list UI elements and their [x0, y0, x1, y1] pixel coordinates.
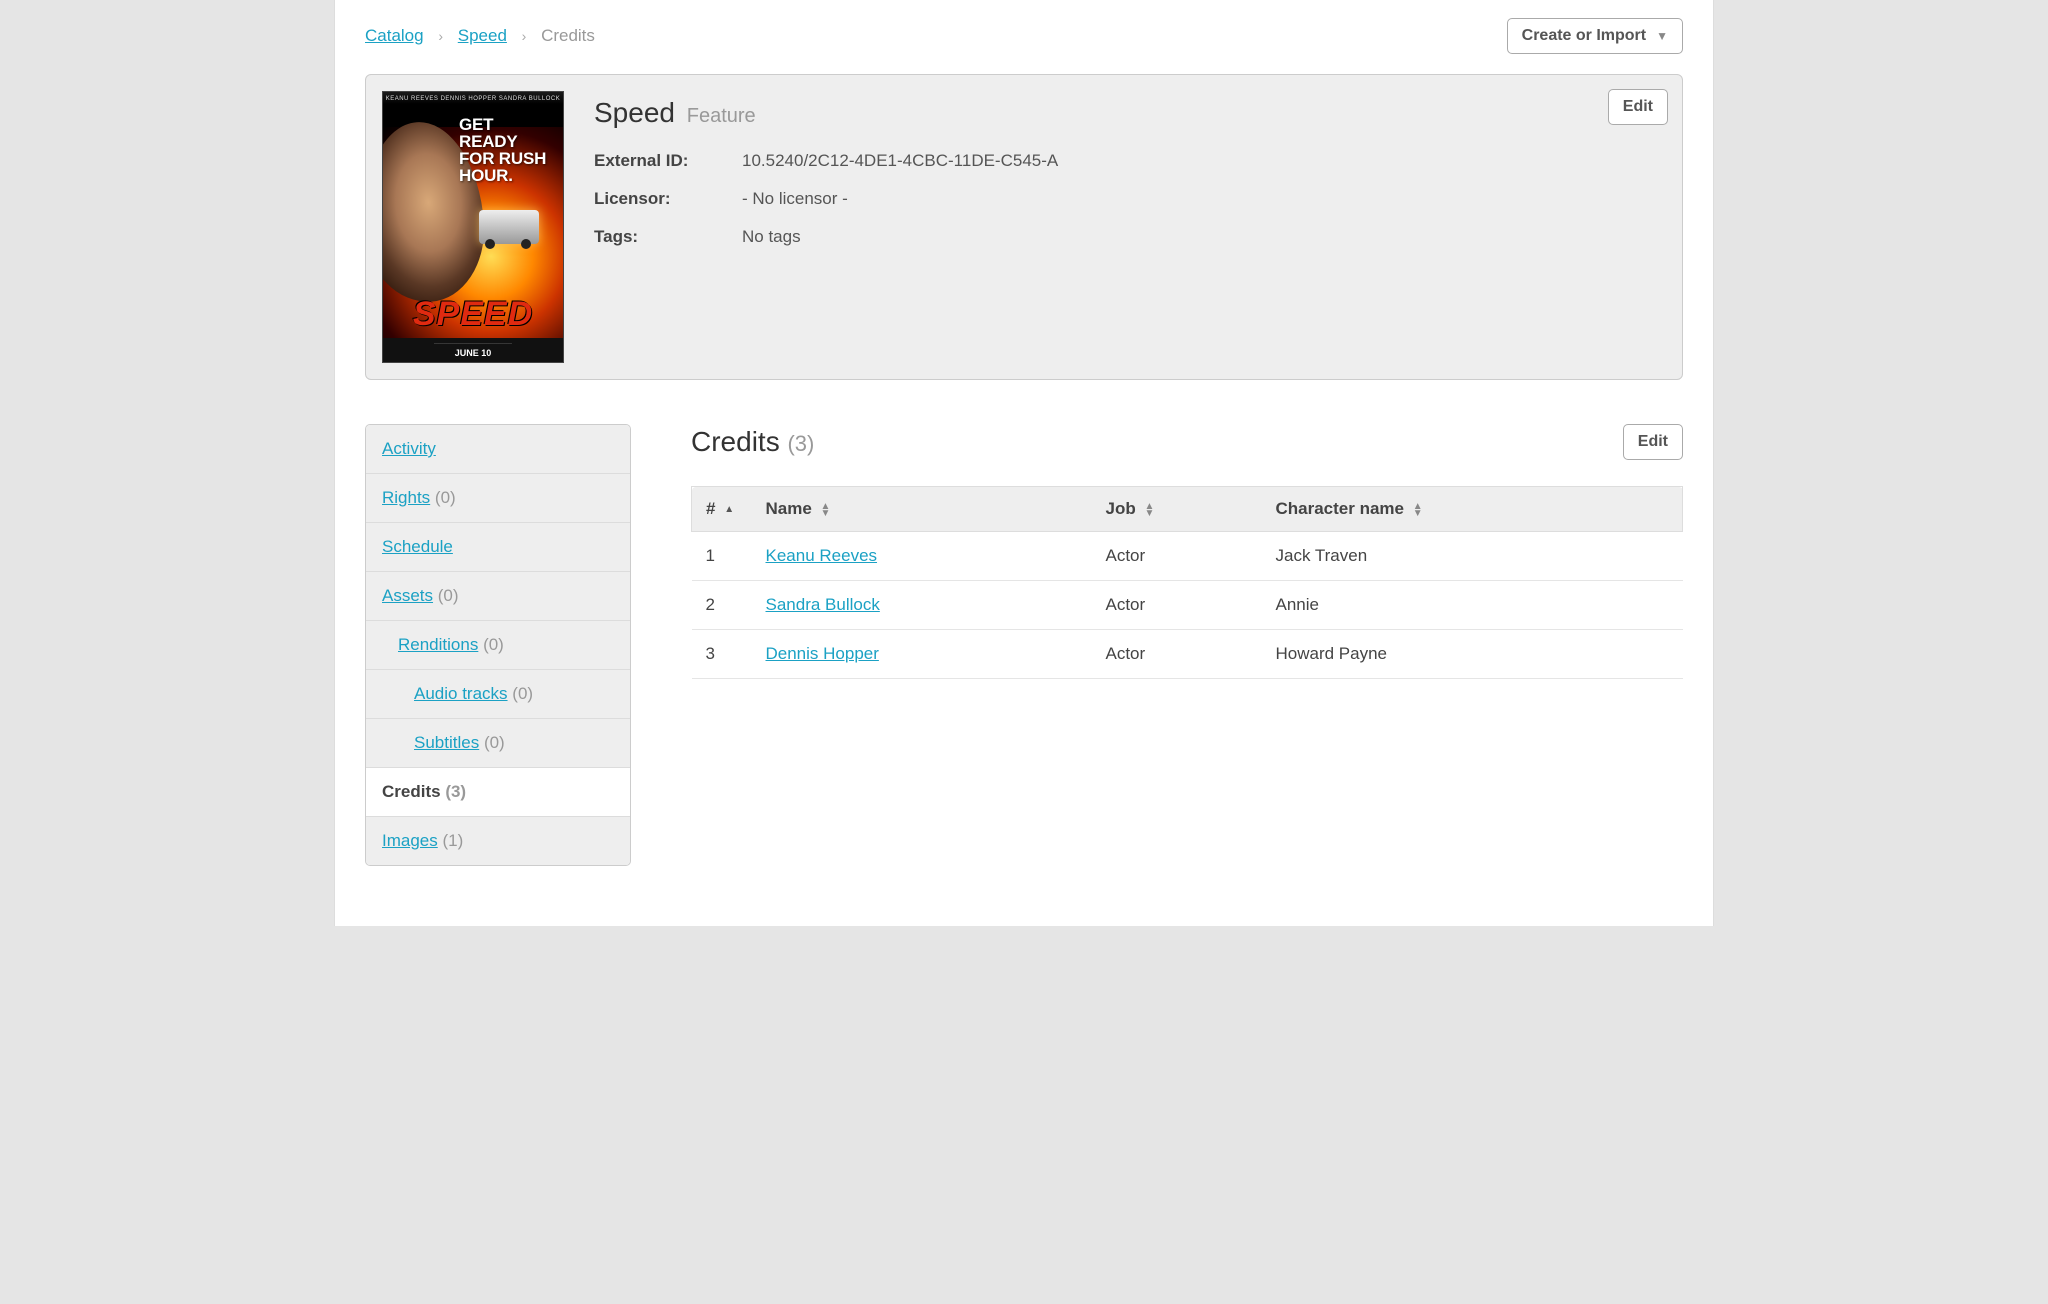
cell-character: Jack Traven — [1262, 532, 1683, 581]
sidebar-item-credits[interactable]: Credits (3) — [366, 768, 630, 817]
credits-table: # ▲ Name ▲▼ Job ▲▼ Character name — [691, 486, 1683, 679]
sidebar-count: (3) — [445, 782, 466, 801]
meta-value-tags: No tags — [742, 227, 801, 247]
create-or-import-button[interactable]: Create or Import ▼ — [1507, 18, 1683, 54]
title-text: Speed — [594, 97, 675, 128]
section-title: Credits (3) — [691, 426, 814, 458]
breadcrumb-speed[interactable]: Speed — [458, 26, 507, 45]
column-header-name[interactable]: Name ▲▼ — [752, 487, 1092, 532]
table-row: 2 Sandra Bullock Actor Annie — [692, 581, 1683, 630]
sidebar-count: (0) — [484, 733, 505, 752]
breadcrumb-separator: › — [438, 28, 443, 44]
cell-character: Annie — [1262, 581, 1683, 630]
sidebar-item-assets[interactable]: Assets (0) — [366, 572, 630, 621]
edit-summary-label: Edit — [1623, 98, 1653, 116]
column-header-label: # — [706, 499, 715, 518]
sort-icon: ▲▼ — [1413, 503, 1423, 517]
summary-card: KEANU REEVES DENNIS HOPPER SANDRA BULLOC… — [365, 74, 1683, 380]
cell-number: 3 — [692, 630, 752, 679]
sidebar-link[interactable]: Schedule — [382, 537, 453, 556]
column-header-number[interactable]: # ▲ — [692, 487, 752, 532]
sidebar-item-rights[interactable]: Rights (0) — [366, 474, 630, 523]
sort-asc-icon: ▲ — [724, 506, 734, 513]
chevron-down-icon: ▼ — [1656, 29, 1668, 43]
sidebar-item-renditions[interactable]: Renditions (0) — [366, 621, 630, 670]
edit-credits-button[interactable]: Edit — [1623, 424, 1683, 460]
section-title-text: Credits — [691, 426, 780, 457]
sidebar: Activity Rights (0) Schedule Assets (0) … — [365, 424, 631, 866]
sidebar-count: (1) — [442, 831, 463, 850]
meta-label-external-id: External ID: — [594, 151, 742, 171]
sidebar-link[interactable]: Images — [382, 831, 438, 850]
sidebar-item-subtitles[interactable]: Subtitles (0) — [366, 719, 630, 768]
sidebar-link[interactable]: Renditions — [398, 635, 478, 654]
sidebar-count: (0) — [483, 635, 504, 654]
cell-job: Actor — [1092, 630, 1262, 679]
cell-name-link[interactable]: Keanu Reeves — [766, 546, 878, 565]
breadcrumb-catalog[interactable]: Catalog — [365, 26, 424, 45]
cell-number: 1 — [692, 532, 752, 581]
cell-character: Howard Payne — [1262, 630, 1683, 679]
sidebar-item-images[interactable]: Images (1) — [366, 817, 630, 865]
column-header-character[interactable]: Character name ▲▼ — [1262, 487, 1683, 532]
sort-icon: ▲▼ — [821, 503, 831, 517]
sidebar-item-audio-tracks[interactable]: Audio tracks (0) — [366, 670, 630, 719]
page-title: Speed Feature — [594, 97, 1666, 129]
table-row: 1 Keanu Reeves Actor Jack Traven — [692, 532, 1683, 581]
sidebar-link[interactable]: Rights — [382, 488, 430, 507]
breadcrumb-current: Credits — [541, 26, 595, 45]
cell-name-link[interactable]: Dennis Hopper — [766, 644, 879, 663]
poster-title: SPEED — [383, 295, 563, 334]
sort-icon: ▲▼ — [1144, 503, 1154, 517]
sidebar-count: (0) — [435, 488, 456, 507]
poster-image: KEANU REEVES DENNIS HOPPER SANDRA BULLOC… — [382, 91, 564, 363]
poster-tagline: GET READY FOR RUSH HOUR. — [459, 116, 549, 184]
sidebar-item-activity[interactable]: Activity — [366, 425, 630, 474]
column-header-label: Name — [766, 499, 812, 518]
sidebar-item-schedule[interactable]: Schedule — [366, 523, 630, 572]
cell-job: Actor — [1092, 581, 1262, 630]
column-header-job[interactable]: Job ▲▼ — [1092, 487, 1262, 532]
edit-summary-button[interactable]: Edit — [1608, 89, 1668, 125]
sidebar-count: (0) — [438, 586, 459, 605]
create-or-import-label: Create or Import — [1522, 27, 1646, 45]
cell-job: Actor — [1092, 532, 1262, 581]
table-row: 3 Dennis Hopper Actor Howard Payne — [692, 630, 1683, 679]
column-header-label: Character name — [1276, 499, 1405, 518]
title-subtype: Feature — [687, 105, 756, 127]
cell-name-link[interactable]: Sandra Bullock — [766, 595, 880, 614]
breadcrumb-separator: › — [522, 28, 527, 44]
meta-value-licensor: - No licensor - — [742, 189, 848, 209]
poster-release-date: JUNE 10 — [383, 348, 563, 359]
sidebar-count: (0) — [512, 684, 533, 703]
cell-number: 2 — [692, 581, 752, 630]
sidebar-link[interactable]: Activity — [382, 439, 436, 458]
meta-label-tags: Tags: — [594, 227, 742, 247]
section-title-count: (3) — [787, 431, 814, 456]
meta-label-licensor: Licensor: — [594, 189, 742, 209]
sidebar-label: Credits — [382, 782, 441, 801]
sidebar-link[interactable]: Audio tracks — [414, 684, 508, 703]
meta-value-external-id: 10.5240/2C12-4DE1-4CBC-11DE-C545-A — [742, 151, 1058, 171]
sidebar-link[interactable]: Subtitles — [414, 733, 479, 752]
sidebar-link[interactable]: Assets — [382, 586, 433, 605]
breadcrumb: Catalog › Speed › Credits — [365, 26, 595, 46]
poster-top-credits: KEANU REEVES DENNIS HOPPER SANDRA BULLOC… — [383, 92, 563, 104]
edit-credits-label: Edit — [1638, 433, 1668, 451]
column-header-label: Job — [1106, 499, 1136, 518]
